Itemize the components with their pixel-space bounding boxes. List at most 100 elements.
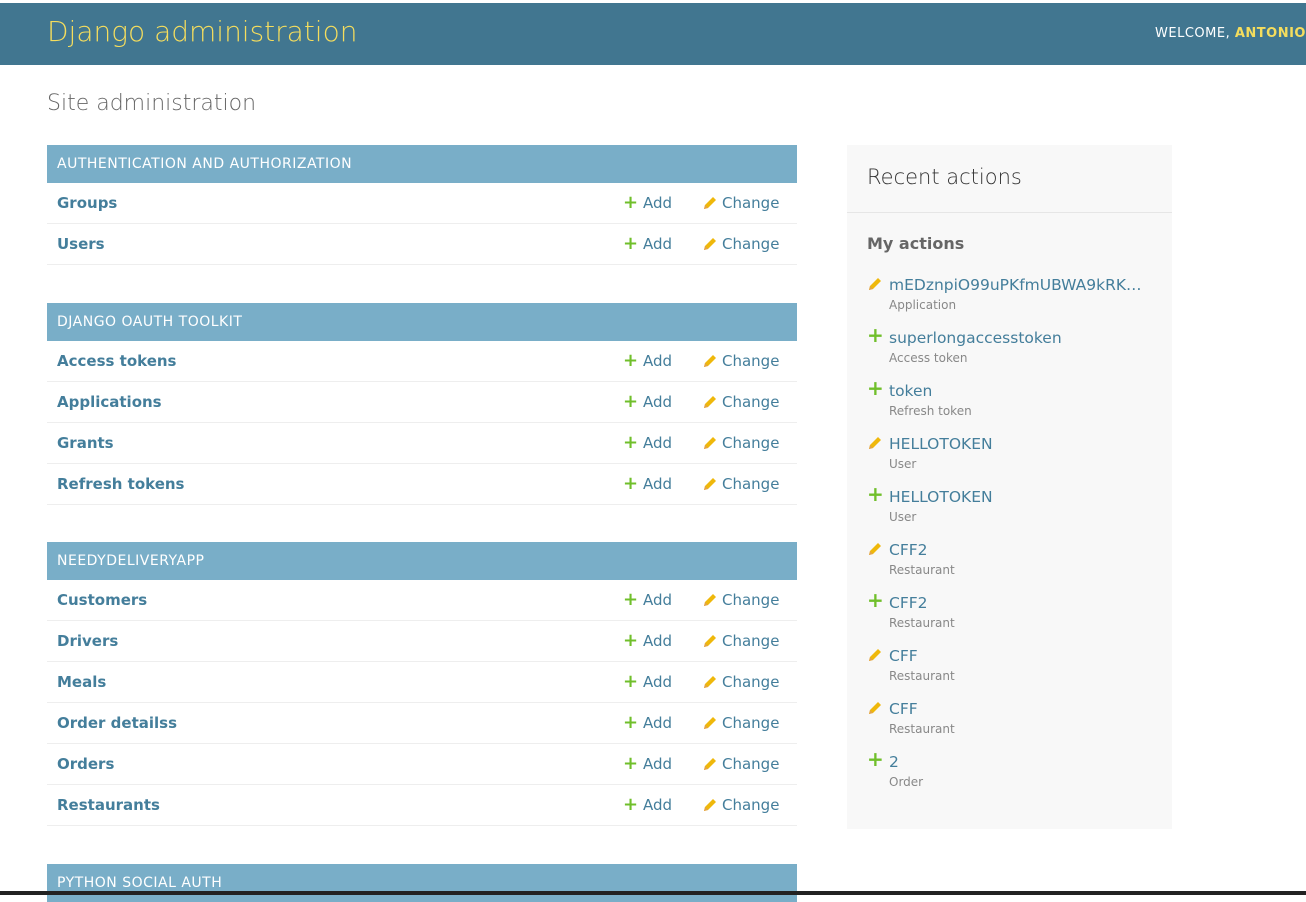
recent-action-type: User <box>889 457 917 471</box>
change-link[interactable]: Change <box>702 591 779 609</box>
model-link[interactable]: Customers <box>57 591 147 609</box>
change-label: Change <box>722 475 780 493</box>
add-link[interactable]: + Add <box>623 589 672 610</box>
model-row: Groups + Add Change <box>47 183 797 224</box>
change-link[interactable]: Change <box>702 673 779 691</box>
recent-action-type: Application <box>889 298 957 312</box>
model-link[interactable]: Groups <box>57 194 117 212</box>
change-label: Change <box>722 632 780 650</box>
model-row: Restaurants + Add Change <box>47 785 797 826</box>
model-link[interactable]: Orders <box>57 755 114 773</box>
pencil-icon <box>704 594 716 606</box>
model-row: Orders + Add Change <box>47 744 797 785</box>
model-link[interactable]: Refresh tokens <box>57 475 184 493</box>
recent-action-link[interactable]: 2 <box>889 753 1149 771</box>
change-link[interactable]: Change <box>702 393 779 411</box>
pencil-icon <box>869 437 881 449</box>
add-link[interactable]: + Add <box>623 391 672 412</box>
pencil-icon <box>704 238 716 250</box>
add-link[interactable]: + Add <box>623 192 672 213</box>
recent-action-link[interactable]: mEDznpiO99uPKfmUBWA9kRKH2… <box>889 276 1149 294</box>
change-label: Change <box>722 796 780 814</box>
plus-icon: + <box>623 192 639 213</box>
recent-action-type: Refresh token <box>889 404 972 418</box>
module-caption[interactable]: PYTHON SOCIAL AUTH <box>47 864 797 902</box>
model-link[interactable]: Order detailss <box>57 714 177 732</box>
change-link[interactable]: Change <box>702 194 779 212</box>
add-link[interactable]: + Add <box>623 714 672 733</box>
recent-action-link[interactable]: CFF <box>889 647 1149 665</box>
add-link[interactable]: + Add <box>623 235 672 254</box>
model-link[interactable]: Drivers <box>57 632 118 650</box>
recent-action-link[interactable]: CFF <box>889 700 1149 718</box>
change-link[interactable]: Change <box>702 632 779 650</box>
pencil-icon <box>869 702 881 714</box>
recent-actions-title: Recent actions <box>867 165 1022 189</box>
recent-action-link[interactable]: token <box>889 382 1149 400</box>
recent-action-item: + token Refresh token <box>867 376 1157 427</box>
plus-icon: + <box>623 432 639 453</box>
add-link[interactable]: + Add <box>623 630 673 651</box>
pencil-icon <box>704 396 716 408</box>
change-label: Change <box>722 393 780 411</box>
change-link[interactable]: Change <box>702 434 779 452</box>
model-link[interactable]: Applications <box>57 393 162 411</box>
module-caption[interactable]: AUTHENTICATION AND AUTHORIZATION <box>47 145 797 183</box>
recent-action-link[interactable]: superlongaccesstoken <box>889 329 1149 347</box>
recent-action-item: + 2 Order <box>867 749 1157 798</box>
recent-action-type: Access token <box>889 351 968 365</box>
welcome-text: WELCOME, <box>1155 26 1231 41</box>
change-link[interactable]: Change <box>702 352 779 370</box>
recent-action-type: User <box>889 510 917 524</box>
change-label: Change <box>722 235 780 253</box>
model-row: Meals + Add Change <box>47 662 797 703</box>
change-label: Change <box>722 714 780 732</box>
change-link[interactable]: Change <box>702 755 779 773</box>
add-link[interactable]: + Add <box>623 755 672 774</box>
page-title: Site administration <box>47 91 257 116</box>
plus-icon: + <box>623 391 639 412</box>
recent-action-item: mEDznpiO99uPKfmUBWA9kRKH2… Application <box>867 276 1157 321</box>
model-link[interactable]: Meals <box>57 673 106 691</box>
app-module-oauth: DJANGO OAUTH TOOLKIT Access tokens + Add … <box>47 303 797 505</box>
change-link[interactable]: Change <box>702 235 779 253</box>
recent-action-link[interactable]: CFF2 <box>889 594 1149 612</box>
plus-icon: + <box>623 630 639 651</box>
add-link[interactable]: + Add <box>623 432 672 453</box>
add-link[interactable]: + Add <box>623 794 672 815</box>
module-caption[interactable]: DJANGO OAUTH TOOLKIT <box>47 303 797 341</box>
change-link[interactable]: Change <box>702 475 779 493</box>
pencil-icon <box>704 197 716 209</box>
pencil-icon <box>704 676 716 688</box>
recent-action-link[interactable]: HELLOTOKEN <box>889 435 1149 453</box>
model-link[interactable]: Restaurants <box>57 796 160 814</box>
add-link[interactable]: + Add <box>623 352 672 371</box>
recent-action-item: + superlongaccesstoken Access token <box>867 325 1157 374</box>
change-link[interactable]: Change <box>702 714 779 732</box>
add-label: Add <box>643 632 673 650</box>
pencil-icon <box>869 543 881 555</box>
recent-action-item: HELLOTOKEN User <box>867 435 1157 480</box>
model-row: Access tokens + Add Change <box>47 341 797 382</box>
site-branding[interactable]: Django administration <box>47 15 357 48</box>
add-link[interactable]: + Add <box>623 673 672 692</box>
model-link[interactable]: Grants <box>57 434 114 452</box>
username: ANTONIO <box>1234 26 1306 41</box>
recent-action-item: + HELLOTOKEN User <box>867 484 1157 533</box>
add-link[interactable]: + Add <box>623 475 672 494</box>
recent-action-link[interactable]: CFF2 <box>889 541 1149 559</box>
change-label: Change <box>722 673 780 691</box>
model-link[interactable]: Users <box>57 235 105 253</box>
plus-icon: + <box>623 794 639 815</box>
recent-action-link[interactable]: HELLOTOKEN <box>889 488 1149 506</box>
change-label: Change <box>722 591 780 609</box>
change-link[interactable]: Change <box>702 796 779 814</box>
module-caption[interactable]: NEEDYDELIVERYAPP <box>47 542 797 580</box>
model-link[interactable]: Access tokens <box>57 352 176 370</box>
plus-icon: + <box>867 376 884 400</box>
model-row: Refresh tokens + Add Change <box>47 464 797 505</box>
model-row: Order detailss + Add Change <box>47 703 797 744</box>
model-row: Customers + Add Change <box>47 580 797 621</box>
plus-icon: + <box>623 589 639 610</box>
pencil-icon <box>704 717 716 729</box>
